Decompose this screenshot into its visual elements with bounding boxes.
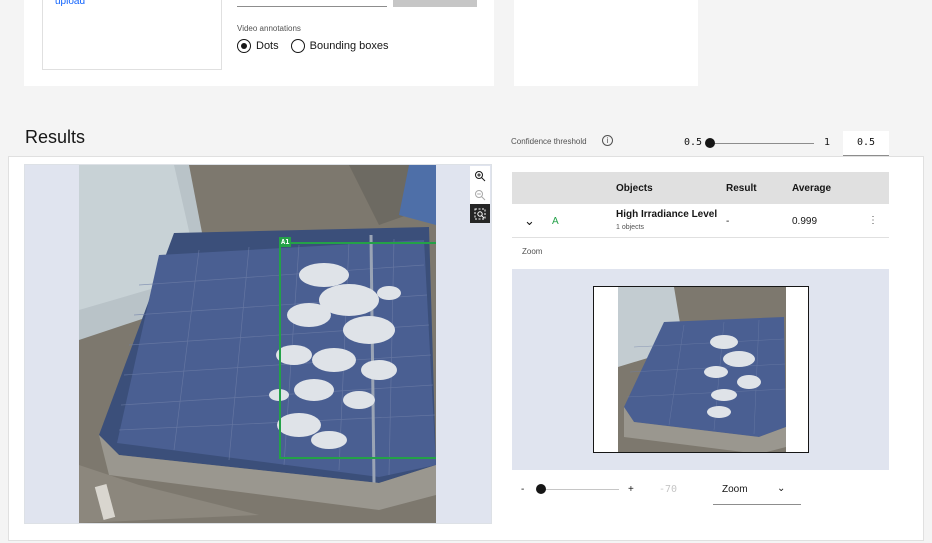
radio-dots-button[interactable] — [237, 39, 251, 53]
upload-dropzone[interactable]: upload — [42, 0, 222, 70]
url-input[interactable] — [237, 6, 387, 7]
zoom-fit-icon[interactable] — [470, 204, 490, 223]
row-object-name: High Irradiance Level — [616, 209, 718, 220]
zoom-value: -70 — [659, 484, 678, 495]
confidence-slider-track[interactable] — [710, 143, 814, 144]
bounding-box-a1[interactable] — [279, 242, 436, 459]
confidence-slider-handle[interactable] — [705, 138, 715, 148]
zoom-controls: - + -70 Zoom ⌄ — [512, 474, 889, 506]
confidence-value-input[interactable]: 0.5 — [843, 131, 889, 156]
submit-button[interactable] — [393, 0, 477, 7]
zoom-mode-select[interactable]: Zoom ⌄ — [713, 477, 801, 505]
row-average: 0.999 — [792, 216, 818, 227]
zoom-section-header: Zoom — [512, 238, 889, 265]
image-viewer[interactable]: A1 — [24, 164, 492, 524]
zoom-in-icon[interactable] — [470, 166, 490, 185]
zoom-slider-handle[interactable] — [536, 484, 546, 494]
zoom-mode-label: Zoom — [722, 484, 748, 495]
upload-link[interactable]: upload — [55, 0, 85, 7]
table-header: Objects Result Average — [512, 172, 889, 204]
radio-bounding-boxes[interactable]: Bounding boxes — [290, 39, 389, 53]
zoom-plus-button[interactable]: + — [628, 484, 634, 495]
result-image: A1 — [79, 165, 436, 523]
zoom-out-icon[interactable] — [470, 185, 490, 204]
zoom-preview-image — [594, 287, 808, 452]
confidence-threshold: Confidence threshold i 0.5 1 0.5 — [511, 131, 889, 157]
confidence-max-label: 1 — [824, 137, 831, 148]
chevron-down-icon: ⌄ — [777, 483, 786, 494]
results-table: Objects Result Average ⌄ A High Irradian… — [512, 172, 889, 265]
zoom-slider-track[interactable] — [537, 489, 619, 490]
media-input-panel: upload Video annotations Dots Bounding b… — [24, 0, 494, 86]
results-title: Results — [25, 127, 86, 147]
confidence-min-label: 0.5 — [684, 137, 703, 148]
radio-dots[interactable]: Dots — [237, 39, 279, 53]
top-right-panel — [514, 0, 698, 86]
confidence-threshold-label: Confidence threshold — [511, 137, 587, 146]
video-annotations-label: Video annotations — [237, 24, 301, 33]
image-zoom-tools — [470, 166, 490, 223]
zoom-preview — [512, 269, 889, 470]
zoom-minus-button[interactable]: - — [521, 484, 524, 495]
row-id: A — [552, 216, 559, 227]
zoom-preview-frame[interactable] — [593, 286, 809, 453]
overflow-menu-icon[interactable]: ⋮ — [868, 215, 878, 226]
zoom-section-label: Zoom — [522, 247, 543, 256]
info-icon[interactable]: i — [602, 135, 613, 146]
bounding-box-label: A1 — [279, 237, 292, 247]
radio-bounding-boxes-button[interactable] — [290, 39, 305, 53]
header-objects: Objects — [616, 183, 653, 194]
video-annotations-radio-group: Dots Bounding boxes — [237, 39, 401, 53]
row-result: - — [726, 216, 730, 227]
header-result: Result — [726, 183, 757, 194]
row-object-count: 1 objects — [616, 224, 645, 231]
header-average: Average — [792, 183, 832, 194]
radio-dots-label: Dots — [256, 40, 279, 52]
radio-bounding-boxes-label: Bounding boxes — [309, 40, 389, 52]
chevron-down-icon[interactable]: ⌄ — [524, 213, 535, 229]
table-row[interactable]: ⌄ A High Irradiance Level 1 objects - 0.… — [512, 204, 889, 238]
